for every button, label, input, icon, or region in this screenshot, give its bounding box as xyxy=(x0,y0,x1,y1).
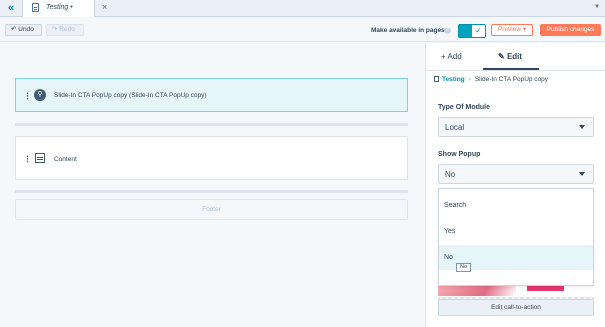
breadcrumb-parent-link[interactable]: Testing xyxy=(442,76,465,83)
close-tab-icon[interactable]: × xyxy=(102,2,107,12)
tab-testing[interactable]: Testing • × xyxy=(22,0,107,17)
undo-button[interactable]: ↶ Undo xyxy=(5,24,42,36)
type-of-module-label: Type Of Module xyxy=(438,104,490,111)
drag-handle-icon[interactable] xyxy=(26,92,29,100)
publish-changes-button[interactable]: Publish changes xyxy=(540,24,601,36)
select-value: Local xyxy=(445,123,465,132)
footer-label: Footer xyxy=(202,206,221,213)
option-yes[interactable]: Yes xyxy=(439,219,593,244)
caret-down-icon xyxy=(579,125,585,129)
check-icon: ✓ xyxy=(475,26,482,35)
breadcrumb: Testing › Slide-In CTA PopUp copy xyxy=(434,76,548,83)
caret-down-icon xyxy=(579,172,585,176)
editor-toolbar: ↶ Undo ↷ Redo Make available in pages ? … xyxy=(0,18,605,42)
module-label: Slide-In CTA PopUp copy (Slide-In CTA Po… xyxy=(54,92,207,99)
page-canvas: ⚲ Slide-In CTA PopUp copy (Slide-In CTA … xyxy=(0,43,425,327)
document-icon xyxy=(434,76,439,82)
tab-title: Testing • xyxy=(46,4,73,11)
info-icon[interactable]: ? xyxy=(444,27,451,34)
type-of-module-select[interactable]: Local xyxy=(438,117,594,137)
make-available-label: Make available in pages xyxy=(371,27,445,34)
section-divider xyxy=(15,123,408,126)
pencil-icon: ✎ xyxy=(498,52,505,61)
section-divider xyxy=(15,190,408,193)
link-icon: ⚲ xyxy=(34,89,46,101)
tooltip: No xyxy=(456,263,472,272)
preview-button[interactable]: Preview ▾ xyxy=(491,24,533,36)
breadcrumb-current: Slide-In CTA PopUp copy xyxy=(474,76,549,83)
edit-sidebar: + Add ✎ Edit Testing › Slide-In CTA PopUp … xyxy=(425,43,605,327)
dropdown-search-input[interactable]: Search xyxy=(439,193,593,218)
document-icon xyxy=(32,3,39,12)
module-label: Content xyxy=(54,156,77,163)
redo-button[interactable]: ↷ Redo xyxy=(46,24,84,36)
edit-call-to-action-button[interactable]: Edit call-to-action xyxy=(438,299,594,316)
module-slide-in-cta[interactable]: ⚲ Slide-In CTA PopUp copy (Slide-In CTA … xyxy=(15,78,408,112)
collapse-sidebar-icon[interactable]: « xyxy=(4,2,18,15)
content-icon xyxy=(35,153,45,163)
tab-edit[interactable]: ✎ Edit xyxy=(498,52,522,61)
select-value: No xyxy=(445,170,456,179)
chevron-right-icon: › xyxy=(468,76,471,83)
show-popup-select[interactable]: No xyxy=(438,164,594,184)
make-available-toggle[interactable]: ✓ xyxy=(458,24,486,38)
footer-region[interactable]: Footer xyxy=(15,199,408,220)
toggle-knob xyxy=(459,25,472,37)
tabs-menu-chevron-icon[interactable]: ▼ xyxy=(594,4,600,10)
module-content[interactable]: Content xyxy=(15,136,408,180)
divider xyxy=(426,70,605,71)
show-popup-label: Show Popup xyxy=(438,151,481,158)
tab-add[interactable]: + Add xyxy=(441,52,462,61)
drag-handle-icon[interactable] xyxy=(26,155,29,163)
tab-bar: « Testing • × ▼ xyxy=(0,0,605,17)
